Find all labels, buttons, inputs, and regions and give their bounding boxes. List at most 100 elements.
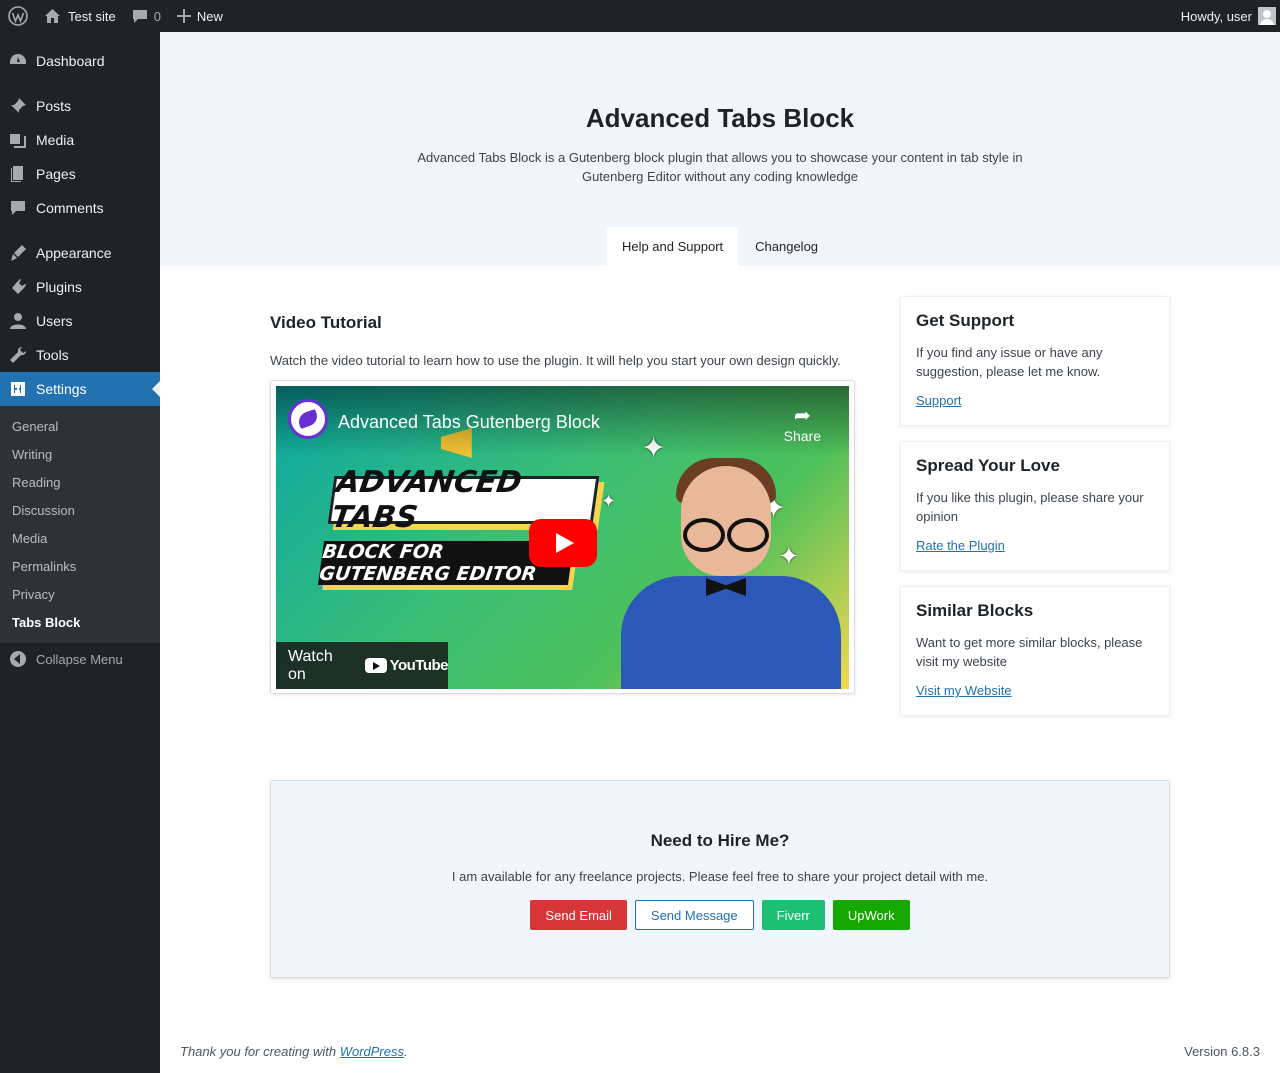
card-text: If you like this plugin, please share yo… <box>916 490 1144 524</box>
avatar <box>1258 7 1276 25</box>
sidebar-item-settings[interactable]: Settings <box>0 372 160 406</box>
sidebar-item-comments[interactable]: Comments <box>0 191 160 225</box>
footer-thanks: Thank you for creating with WordPress. <box>180 1044 408 1059</box>
video-title[interactable]: Advanced Tabs Gutenberg Block <box>338 412 600 433</box>
site-name-link[interactable]: Test site <box>36 0 124 32</box>
submenu-item-writing[interactable]: Writing <box>0 440 160 468</box>
plugin-header: Advanced Tabs Block Advanced Tabs Block … <box>160 32 1280 266</box>
submenu-item-privacy[interactable]: Privacy <box>0 580 160 608</box>
plug-icon <box>0 277 36 297</box>
new-label: New <box>196 8 223 24</box>
channel-logo-icon[interactable] <box>288 399 328 439</box>
tab-help-and-support[interactable]: Help and Support <box>606 227 739 266</box>
version-label: Version 6.8.3 <box>1184 1044 1260 1059</box>
wordpress-link[interactable]: WordPress <box>340 1044 404 1059</box>
sidebar-item-appearance[interactable]: Appearance <box>0 236 160 270</box>
youtube-wordmark: YouTube <box>389 657 449 674</box>
sidebar-item-label: Dashboard <box>36 53 105 69</box>
card-title: Similar Blocks <box>916 601 1034 620</box>
admin-bar: Test site 0 New Howdy, user <box>0 0 1280 32</box>
wrench-icon <box>0 345 36 365</box>
admin-sidebar: Dashboard Posts Media Pages Comments App… <box>0 32 160 1073</box>
sparkle-icon: ✦ <box>601 491 617 511</box>
card-spread-your-love: Spread Your Love If you like this plugin… <box>900 441 1170 571</box>
rate-plugin-link[interactable]: Rate the Plugin <box>916 538 1005 553</box>
support-link[interactable]: Support <box>916 393 962 408</box>
sidebar-item-users[interactable]: Users <box>0 304 160 338</box>
wordpress-logo-icon[interactable] <box>0 0 36 32</box>
user-account-menu[interactable]: Howdy, user <box>1173 0 1280 32</box>
sidebar-item-label: Appearance <box>36 245 112 261</box>
sidebar-item-posts[interactable]: Posts <box>0 89 160 123</box>
submenu-item-reading[interactable]: Reading <box>0 468 160 496</box>
comment-bubble-icon <box>132 8 148 24</box>
media-icon <box>0 130 36 150</box>
fiverr-button[interactable]: Fiverr <box>761 900 825 930</box>
submenu-item-media[interactable]: Media <box>0 524 160 552</box>
settings-submenu: General Writing Reading Discussion Media… <box>0 406 160 643</box>
submenu-item-discussion[interactable]: Discussion <box>0 496 160 524</box>
upwork-button[interactable]: UpWork <box>832 900 910 930</box>
presenter-image <box>621 458 841 689</box>
sidebar-item-label: Posts <box>36 98 72 114</box>
main-content: Advanced Tabs Block Advanced Tabs Block … <box>160 32 1280 1073</box>
video-thumbnail[interactable]: ADVANCED TABS BLOCK FOR GUTENBERG EDITOR… <box>276 386 849 689</box>
home-icon <box>44 8 61 24</box>
sidebar-item-tools[interactable]: Tools <box>0 338 160 372</box>
watch-on-label: Watch on <box>288 647 333 683</box>
submenu-item-permalinks[interactable]: Permalinks <box>0 552 160 580</box>
share-arrow-icon: ➦ <box>793 405 811 427</box>
new-content-link[interactable]: New <box>169 0 231 32</box>
sidebar-item-label: Media <box>36 132 75 148</box>
youtube-logo: YouTube <box>364 657 449 674</box>
tab-bar: Help and Support Changelog <box>160 227 1280 266</box>
collapse-menu-button[interactable]: Collapse Menu <box>0 643 160 675</box>
card-get-support: Get Support If you find any issue or hav… <box>900 296 1170 426</box>
user-icon <box>0 311 36 331</box>
site-name-label: Test site <box>68 8 116 24</box>
comments-link[interactable]: 0 <box>124 0 169 32</box>
settings-icon <box>0 379 36 399</box>
video-embed[interactable]: ADVANCED TABS BLOCK FOR GUTENBERG EDITOR… <box>270 380 855 694</box>
comments-count: 0 <box>153 8 161 24</box>
share-label: Share <box>783 428 821 444</box>
admin-footer: Thank you for creating with WordPress. V… <box>180 1044 1260 1059</box>
tab-changelog[interactable]: Changelog <box>740 227 833 266</box>
send-email-button[interactable]: Send Email <box>530 900 627 930</box>
sidebar-item-media[interactable]: Media <box>0 123 160 157</box>
submenu-item-general[interactable]: General <box>0 412 160 440</box>
footer-thanks-suffix: . <box>404 1044 408 1059</box>
share-button[interactable]: ➦ Share <box>784 404 821 444</box>
send-message-button[interactable]: Send Message <box>634 900 754 930</box>
sidebar-item-pages[interactable]: Pages <box>0 157 160 191</box>
card-title: Spread Your Love <box>916 456 1060 475</box>
section-text: Watch the video tutorial to learn how to… <box>270 353 841 368</box>
card-title: Get Support <box>916 311 1015 330</box>
sidebar-item-label: Tools <box>36 347 69 363</box>
sidebar-item-plugins[interactable]: Plugins <box>0 270 160 304</box>
page-title: Advanced Tabs Block <box>585 103 855 133</box>
hire-text: I am available for any freelance project… <box>451 869 989 884</box>
plus-icon <box>176 9 191 23</box>
collapse-menu-label: Collapse Menu <box>36 651 123 667</box>
sidebar-item-label: Plugins <box>36 279 82 295</box>
dashboard-icon <box>0 51 36 71</box>
support-sidebar: Get Support If you find any issue or hav… <box>900 296 1170 731</box>
visit-website-link[interactable]: Visit my Website <box>916 683 1012 698</box>
brush-icon <box>0 243 36 263</box>
sidebar-item-dashboard[interactable]: Dashboard <box>0 44 160 78</box>
pages-icon <box>0 164 36 184</box>
page-description: Advanced Tabs Block is a Gutenberg block… <box>417 150 1023 184</box>
sidebar-item-label: Users <box>36 313 73 329</box>
comment-icon <box>0 198 36 218</box>
card-similar-blocks: Similar Blocks Want to get more similar … <box>900 586 1170 716</box>
sidebar-item-label: Settings <box>36 381 87 397</box>
thumbnail-banner-title: ADVANCED TABS <box>327 465 600 535</box>
play-button[interactable] <box>529 519 597 567</box>
hire-me-section: Need to Hire Me? I am available for any … <box>270 780 1170 978</box>
greeting-label: Howdy, user <box>1180 8 1252 24</box>
hire-buttons: Send Email Send Message Fiverr UpWork <box>271 900 1169 930</box>
watch-on-youtube-button[interactable]: Watch on YouTube <box>276 642 449 689</box>
submenu-item-tabs-block[interactable]: Tabs Block <box>0 608 160 636</box>
card-text: If you find any issue or have any sugges… <box>916 345 1103 379</box>
